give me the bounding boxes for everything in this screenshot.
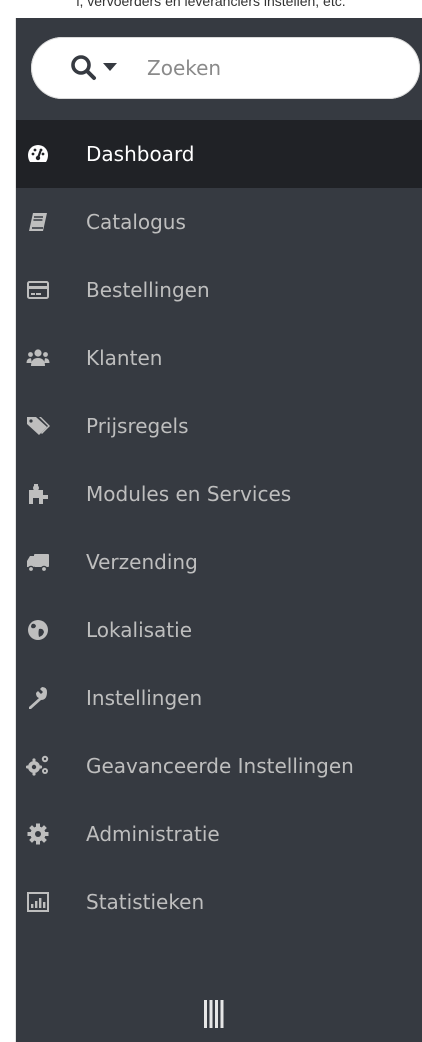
menu-item-geavanceerde-instellingen[interactable]: Geavanceerde Instellingen: [16, 732, 422, 800]
menu-item-label: Administratie: [86, 822, 220, 846]
sidebar-collapse-toggle[interactable]: [204, 1000, 224, 1028]
search-input[interactable]: [147, 51, 407, 85]
menu-item-label: Bestellingen: [86, 278, 210, 302]
caret-down-icon: [103, 63, 117, 71]
menu-item-lokalisatie[interactable]: Lokalisatie: [16, 596, 422, 664]
users-icon: [26, 349, 50, 366]
puzzle-icon: [29, 484, 48, 504]
menu-item-label: Lokalisatie: [86, 618, 193, 642]
menu-item-label: Statistieken: [86, 890, 205, 914]
menu-item-label: Instellingen: [86, 686, 203, 710]
menu-item-catalogus[interactable]: Catalogus: [16, 188, 422, 256]
menu-item-label: Klanten: [86, 346, 163, 370]
credit-card-icon: [27, 281, 49, 299]
menu-item-label: Catalogus: [86, 210, 186, 234]
search-box: [31, 37, 420, 99]
menu-item-dashboard[interactable]: Dashboard: [16, 120, 422, 188]
menu-item-label: Prijsregels: [86, 414, 189, 438]
main-menu: Dashboard Catalogus Bestellingen Klanten…: [16, 120, 422, 936]
menu-item-label: Verzending: [86, 550, 198, 574]
menu-item-label: Geavanceerde Instellingen: [86, 754, 354, 778]
search-type-toggle[interactable]: [69, 53, 131, 83]
collapse-bars-icon: [204, 1000, 224, 1028]
page-caption: l, vervoerders en leveranciers instellen…: [76, 0, 346, 9]
menu-item-administratie[interactable]: Administratie: [16, 800, 422, 868]
menu-item-klanten[interactable]: Klanten: [16, 324, 422, 392]
menu-item-bestellingen[interactable]: Bestellingen: [16, 256, 422, 324]
menu-item-verzending[interactable]: Verzending: [16, 528, 422, 596]
wrench-icon: [29, 687, 47, 709]
globe-icon: [28, 620, 48, 640]
book-icon: [29, 213, 47, 231]
menu-item-label: Dashboard: [86, 142, 195, 166]
bar-chart-icon: [27, 892, 49, 912]
cog-icon: [27, 823, 49, 845]
cogs-icon: [26, 755, 49, 776]
search-icon: [71, 55, 96, 80]
truck-icon: [27, 554, 49, 573]
tags-icon: [27, 417, 50, 435]
menu-item-statistieken[interactable]: Statistieken: [16, 868, 422, 936]
menu-item-label: Modules en Services: [86, 482, 292, 506]
menu-item-instellingen[interactable]: Instellingen: [16, 664, 422, 732]
menu-item-prijsregels[interactable]: Prijsregels: [16, 392, 422, 460]
menu-item-modules-en-services[interactable]: Modules en Services: [16, 460, 422, 528]
sidebar: Dashboard Catalogus Bestellingen: [15, 18, 422, 1042]
tachometer-icon: [28, 145, 48, 162]
